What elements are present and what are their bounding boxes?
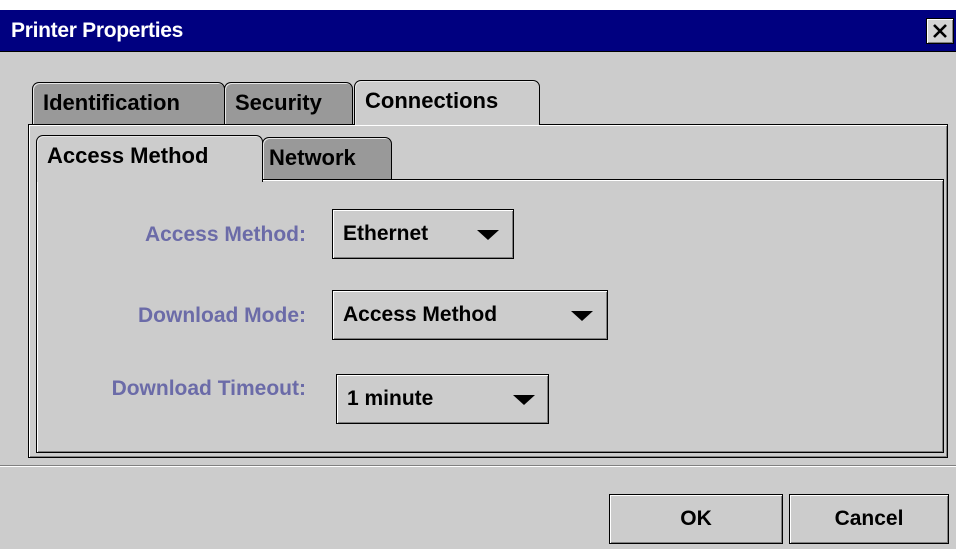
cancel-button[interactable]: Cancel	[789, 494, 949, 544]
tab-identification[interactable]: Identification	[32, 82, 225, 124]
tab-access-method-label: Access Method	[47, 143, 209, 168]
title-bar: Printer Properties	[0, 10, 956, 52]
download-mode-label: Download Mode:	[138, 304, 306, 327]
download-mode-dropdown[interactable]: Access Method	[332, 290, 608, 340]
divider	[0, 465, 956, 467]
chevron-down-icon	[477, 230, 499, 240]
close-icon	[933, 24, 947, 38]
tab-security[interactable]: Security	[224, 82, 353, 124]
download-timeout-value: 1 minute	[347, 387, 434, 410]
tab-network[interactable]: Network	[262, 137, 392, 179]
tab-connections-label: Connections	[365, 88, 499, 113]
printer-properties-dialog: Printer Properties Identification Securi…	[0, 10, 956, 549]
download-timeout-dropdown[interactable]: 1 minute	[336, 374, 549, 424]
tab-network-label: Network	[269, 145, 356, 170]
window-title: Printer Properties	[11, 19, 183, 42]
tab-connections[interactable]: Connections	[354, 80, 540, 125]
tab-identification-label: Identification	[43, 90, 180, 115]
close-button[interactable]	[926, 18, 954, 44]
chevron-down-icon	[571, 311, 593, 321]
tab-access-method[interactable]: Access Method	[36, 135, 263, 182]
ok-button[interactable]: OK	[609, 494, 783, 544]
download-mode-value: Access Method	[343, 303, 498, 326]
access-method-dropdown[interactable]: Ethernet	[332, 209, 514, 259]
chevron-down-icon	[513, 395, 535, 405]
access-method-value: Ethernet	[343, 222, 429, 245]
download-timeout-label: Download Timeout:	[111, 377, 306, 400]
tab-security-label: Security	[235, 90, 322, 115]
access-method-label: Access Method:	[144, 223, 306, 246]
